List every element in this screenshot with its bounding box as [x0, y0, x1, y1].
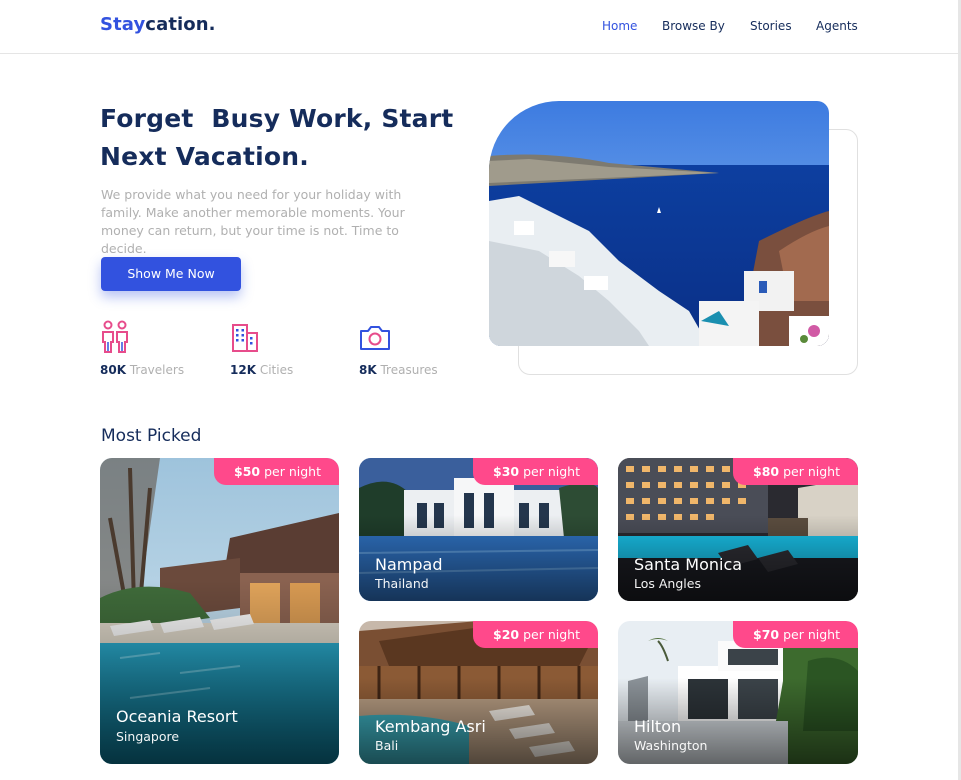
property-card-hilton[interactable]: $70 per night Hilton Washington [618, 621, 858, 764]
price-suffix: per night [523, 464, 580, 479]
cities-icon [232, 324, 258, 352]
property-card-oceania-resort[interactable]: $50 per night Oceania Resort Singapore [100, 458, 339, 764]
stat-treasures: 8K Treasures [359, 320, 438, 377]
property-name: Nampad [375, 555, 443, 574]
hero-title-line2: Next Vacation. [100, 142, 309, 171]
property-name: Hilton [634, 717, 682, 736]
stat-treasures-value: 8K [359, 363, 377, 377]
price-suffix: per night [783, 627, 840, 642]
show-me-now-button[interactable]: Show Me Now [101, 257, 241, 291]
price-badge: $30 per night [473, 458, 598, 485]
brand-logo-part2: cation. [145, 14, 216, 35]
most-picked-title: Most Picked [101, 426, 202, 446]
property-location: Bali [375, 738, 399, 753]
hero-description: We provide what you need for your holida… [101, 187, 405, 256]
nav-agents[interactable]: Agents [816, 19, 858, 33]
property-location: Singapore [116, 729, 180, 744]
property-name: Oceania Resort [116, 707, 238, 726]
hero-image-santorini [489, 101, 829, 346]
property-card-santa-monica[interactable]: $80 per night Santa Monica Los Angles [618, 458, 858, 601]
property-location: Los Angles [634, 576, 701, 591]
brand-logo-part1: Stay [100, 14, 146, 35]
nav-home[interactable]: Home [602, 19, 637, 33]
price-badge: $70 per night [733, 621, 858, 648]
price-badge: $80 per night [733, 458, 858, 485]
property-name: Kembang Asri [375, 717, 486, 736]
property-name: Santa Monica [634, 555, 743, 574]
stat-cities: 12K Cities [230, 320, 293, 377]
brand-logo[interactable]: Staycation. [100, 14, 216, 35]
site-header: Staycation. Home Browse By Stories Agent… [0, 0, 961, 54]
price-amount: $70 [753, 627, 780, 642]
price-amount: $80 [753, 464, 780, 479]
price-suffix: per night [264, 464, 321, 479]
hero-title: Forget Busy Work, Start Next Vacation. [100, 100, 480, 176]
price-suffix: per night [783, 464, 840, 479]
hero-title-line1: Forget Busy Work, Start [100, 104, 454, 133]
nav-browse-by[interactable]: Browse By [662, 19, 725, 33]
nav-stories[interactable]: Stories [750, 19, 792, 33]
travelers-icon [102, 320, 128, 353]
price-badge: $20 per night [473, 621, 598, 648]
stat-cities-label: Cities [259, 363, 294, 377]
price-suffix: per night [523, 627, 580, 642]
camera-icon [360, 326, 390, 350]
price-amount: $50 [234, 464, 261, 479]
price-badge: $50 per night [214, 458, 339, 485]
property-card-kembang-asri[interactable]: $20 per night Kembang Asri Bali [359, 621, 598, 764]
stat-travelers-label: Travelers [129, 363, 185, 377]
stat-cities-value: 12K [230, 363, 256, 377]
property-location: Thailand [375, 576, 429, 591]
stat-treasures-label: Treasures [380, 363, 438, 377]
stat-travelers: 80K Travelers [100, 320, 184, 377]
stat-travelers-value: 80K [100, 363, 126, 377]
property-location: Washington [634, 738, 708, 753]
price-amount: $20 [493, 627, 520, 642]
price-amount: $30 [493, 464, 520, 479]
property-card-nampad[interactable]: $30 per night Nampad Thailand [359, 458, 598, 601]
